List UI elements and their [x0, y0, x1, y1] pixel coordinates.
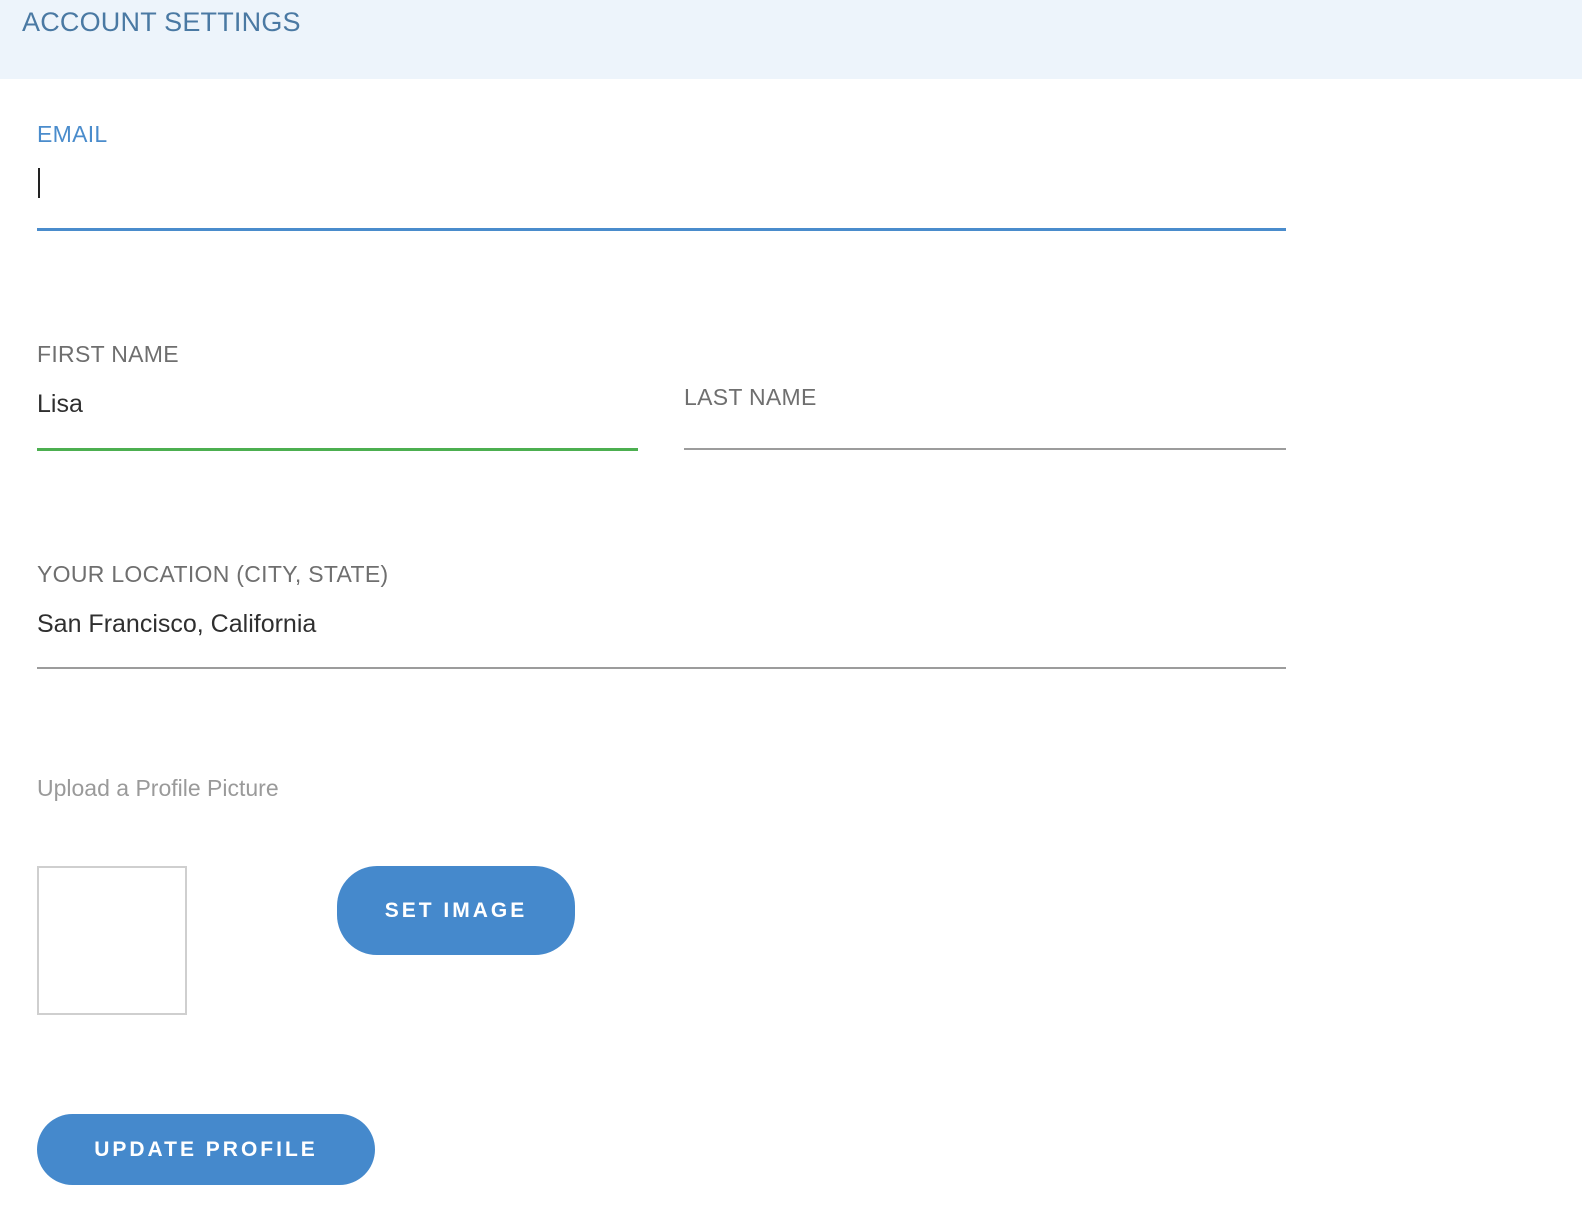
first-name-input[interactable]	[37, 386, 638, 422]
email-input[interactable]	[37, 166, 1286, 202]
profile-picture-preview	[37, 866, 187, 1015]
location-underline	[37, 667, 1286, 669]
set-image-button[interactable]: SET IMAGE	[337, 866, 575, 955]
last-name-underline	[684, 448, 1286, 450]
location-input[interactable]	[37, 606, 1286, 642]
last-name-label: LAST NAME	[684, 384, 817, 410]
upload-label: Upload a Profile Picture	[37, 775, 279, 801]
last-name-input[interactable]	[684, 410, 1286, 446]
update-profile-button[interactable]: UPDATE PROFILE	[37, 1114, 375, 1185]
email-underline	[37, 228, 1286, 231]
email-label: EMAIL	[37, 121, 108, 147]
text-caret	[38, 168, 40, 198]
page-header: ACCOUNT SETTINGS	[0, 0, 1582, 79]
first-name-label: FIRST NAME	[37, 341, 179, 367]
location-label: YOUR LOCATION (CITY, STATE)	[37, 561, 389, 587]
page-title: ACCOUNT SETTINGS	[22, 7, 301, 37]
first-name-underline	[37, 448, 638, 451]
account-settings-page: ACCOUNT SETTINGS EMAIL FIRST NAME LAST N…	[0, 0, 1582, 1218]
